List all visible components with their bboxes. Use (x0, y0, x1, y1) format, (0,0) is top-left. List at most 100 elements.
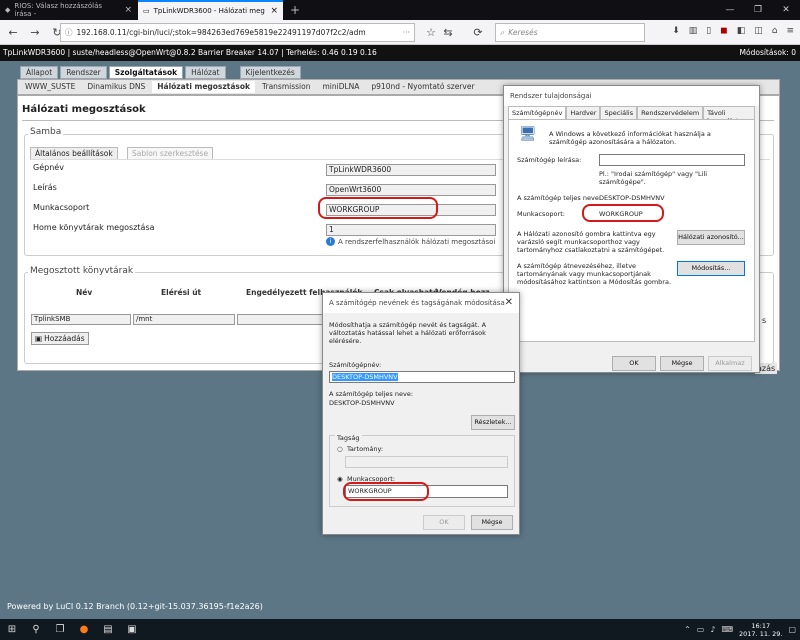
keyboard-icon[interactable]: ⌨ (721, 625, 733, 634)
tab-halozat[interactable]: Hálózat (185, 66, 226, 79)
extension-icon[interactable]: ◧ (737, 26, 746, 36)
tab-advanced[interactable]: Speciális (600, 106, 638, 119)
forward-icon[interactable]: → (27, 26, 43, 39)
change-button[interactable]: Módosítás... (677, 261, 745, 276)
sysprops-intro: A Windows a következő információkat hasz… (549, 130, 711, 146)
cancel-button[interactable]: Mégse (660, 356, 704, 371)
close-tab-icon[interactable]: × (270, 6, 278, 16)
tab-allapot[interactable]: Állapot (20, 66, 59, 79)
share-users-cell[interactable] (237, 314, 327, 325)
volume-icon[interactable]: ♪ (710, 625, 715, 634)
screenshot-icon[interactable]: ◫ (754, 26, 763, 36)
desc-input[interactable] (599, 154, 745, 166)
minimize-icon[interactable]: — (716, 0, 744, 20)
restore-icon[interactable]: ❐ (744, 0, 772, 20)
library-icon[interactable]: ▥ (689, 26, 698, 36)
tab-title: RIOS: Válasz hozzászólás írása - (14, 2, 103, 18)
share-name-cell[interactable]: TplinkSMB (31, 314, 131, 325)
rename-titlebar: A számítógép nevének és tagságának módos… (323, 293, 519, 313)
domain-input[interactable] (345, 456, 508, 468)
col-name: Név (76, 288, 93, 297)
tab-favicon-icon: ◆ (5, 6, 11, 14)
home-shares-input[interactable]: 1 (326, 224, 496, 236)
sidebar-icon[interactable]: ▯ (706, 26, 711, 36)
changes-counter[interactable]: Módosítások: 0 (740, 45, 796, 61)
tab-kijelentkezes[interactable]: Kijelentkezés (239, 66, 301, 79)
rename-intro: Módosíthatja a számítógép nevét és tagsá… (329, 321, 487, 345)
network-icon[interactable]: ▭ (697, 625, 705, 634)
url-text: 192.168.0.11/cgi-bin/luci/;stok=984263ed… (76, 28, 366, 37)
close-icon[interactable]: ✕ (505, 293, 513, 313)
share-path-cell[interactable]: /mnt (133, 314, 235, 325)
close-tab-icon[interactable]: × (124, 5, 132, 15)
desc-label: Számítógép leírása: (517, 156, 582, 164)
task-view-icon[interactable]: ❐ (48, 624, 72, 635)
subtab-www-suste[interactable]: WWW_SUSTE (20, 81, 80, 93)
sysprops-titlebar: Rendszer tulajdonságai (504, 86, 759, 106)
notification-icon[interactable]: ▢ (788, 625, 796, 634)
reader-icon[interactable]: ⇆ (440, 26, 456, 39)
ok-button[interactable]: OK (612, 356, 656, 371)
tab-rendszer[interactable]: Rendszer (60, 66, 107, 79)
workgroup-label: Munkacsoport (33, 203, 90, 212)
subtab-network-shares[interactable]: Hálózati megosztások (152, 81, 256, 93)
tab-system-protection[interactable]: Rendszervédelem (637, 106, 704, 119)
name-label: Számítógépnév: (329, 361, 382, 369)
computer-icon: 🖥 (519, 126, 537, 142)
tab-remote[interactable]: Távoli használat (703, 106, 755, 125)
system-icon[interactable]: ▣ (120, 624, 144, 635)
highlight-ring (582, 204, 664, 222)
search-icon[interactable]: ⚲ (24, 624, 48, 635)
subtab-ddns[interactable]: Dinamikus DNS (82, 81, 150, 93)
tab-szolgaltatasok[interactable]: Szolgáltatások (108, 66, 184, 79)
fullname-value: DESKTOP-DSMHVNV (599, 194, 665, 202)
explorer-icon[interactable]: ▤ (96, 624, 120, 635)
download-icon[interactable]: ⬇ (672, 26, 680, 36)
hostname-input[interactable]: TpLinkWDR3600 (326, 164, 496, 176)
browser-tab-rios[interactable]: ◆ RIOS: Válasz hozzászólás írása - × (0, 0, 137, 20)
search-input[interactable]: ⌕ Keresés (495, 23, 645, 42)
new-tab-button[interactable]: + (285, 0, 303, 20)
refresh-icon[interactable]: ⟳ (470, 26, 486, 39)
ok-button[interactable]: OK (423, 515, 465, 530)
close-window-icon[interactable]: ✕ (772, 0, 800, 20)
details-button[interactable]: Részletek... (471, 415, 515, 430)
status-text: TpLinkWDR3600 | suste/headless@OpenWrt@0… (3, 48, 377, 57)
menu-icon[interactable]: ≡ (786, 26, 794, 36)
subtab-transmission[interactable]: Transmission (257, 81, 315, 93)
home-shares-hint: i A rendszerfelhasználók hálózati megosz… (326, 237, 495, 246)
add-share-button[interactable]: ▣ Hozzáadás (31, 332, 89, 345)
info-icon[interactable]: ⓘ (65, 27, 73, 38)
bookmark-star-icon[interactable]: ☆ (423, 26, 439, 39)
tab-hardware[interactable]: Hardver (566, 106, 601, 119)
network-id-button[interactable]: Hálózati azonosító... (677, 230, 745, 245)
rename-text: A számítógép átnevezéséhez, illetve tart… (517, 262, 672, 286)
description-label: Leírás (33, 183, 57, 192)
description-input[interactable]: OpenWrt3600 (326, 184, 496, 196)
chevron-up-icon[interactable]: ⌃ (684, 625, 691, 634)
taskbar: ⊞ ⚲ ❐ ● ▤ ▣ ⌃ ▭ ♪ ⌨ 16:17 2017. 11. 29. … (0, 619, 800, 640)
workgroup-label: Munkacsoport: (517, 210, 565, 218)
name-input[interactable]: DESKTOP-DSMHVNV (329, 371, 515, 383)
desc-hint: Pl.: "Irodai számítógép" vagy "Lili szám… (599, 170, 708, 186)
luci-status-bar: TpLinkWDR3600 | suste/headless@OpenWrt@0… (0, 45, 800, 61)
subtab-p910nd[interactable]: p910nd - Nyomtató szerver (366, 81, 479, 93)
apply-button[interactable]: Alkalmaz (708, 356, 752, 371)
url-bar[interactable]: ⓘ 192.168.0.11/cgi-bin/luci/;stok=984263… (60, 23, 415, 42)
firefox-icon[interactable]: ● (72, 624, 96, 635)
home-icon[interactable]: ⌂ (772, 26, 778, 36)
start-icon[interactable]: ⊞ (0, 624, 24, 635)
network-id-text: A Hálózati azonosító gombra kattintva eg… (517, 230, 665, 254)
sysprops-panel: 🖥 A Windows a következő információkat ha… (508, 119, 755, 342)
page-actions-icon[interactable]: ··· (403, 28, 410, 37)
domain-radio[interactable]: ○ (337, 445, 343, 453)
back-icon[interactable]: ← (5, 26, 21, 39)
tab-computer-name[interactable]: Számítógépnév (508, 106, 567, 119)
subtab-minidlna[interactable]: miniDLNA (317, 81, 364, 93)
cancel-button[interactable]: Mégse (471, 515, 513, 530)
workgroup-radio[interactable]: ◉ (337, 475, 343, 483)
browser-tab-strip: ◆ RIOS: Válasz hozzászólás írása - × ▭ T… (0, 0, 800, 20)
clock[interactable]: 16:17 2017. 11. 29. (739, 622, 782, 638)
ublock-icon[interactable]: ◼ (720, 26, 727, 36)
browser-tab-tplink[interactable]: ▭ TpLinkWDR3600 - Hálózati meg × (138, 0, 283, 20)
